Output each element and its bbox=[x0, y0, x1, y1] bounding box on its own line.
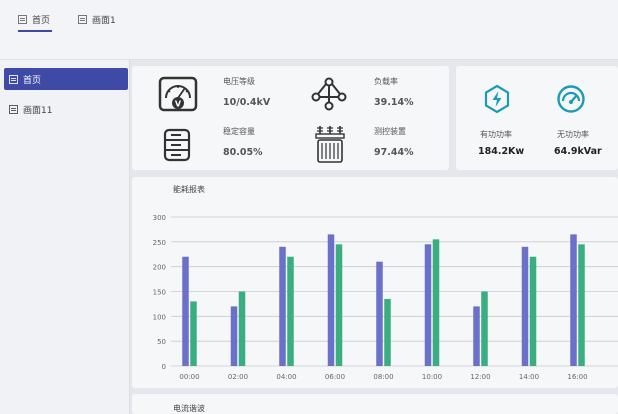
sidebar: 首页 画面11 bbox=[0, 60, 130, 414]
control-device-value: 97.44% bbox=[374, 147, 414, 158]
bar bbox=[238, 291, 246, 366]
reactive-power-label: 无功功率 bbox=[557, 130, 589, 139]
y-tick-label: 200 bbox=[153, 264, 166, 272]
x-tick-label: 12:00 bbox=[470, 373, 490, 381]
x-tick-label: 08:00 bbox=[373, 373, 393, 381]
page-icon bbox=[78, 14, 87, 24]
bar bbox=[287, 256, 294, 366]
tab-label: 首页 bbox=[32, 15, 51, 26]
network-nodes-icon bbox=[311, 77, 347, 111]
y-tick-label: 50 bbox=[157, 338, 166, 346]
transformer-icon bbox=[315, 126, 345, 163]
top-tab-bar: 首页 画面1 bbox=[0, 0, 618, 60]
stats-card: V 电压等级 10/0.4kV 负载率 39.14% 稳定容量 80.05% 测… bbox=[132, 66, 449, 170]
page-icon bbox=[18, 14, 27, 24]
load-rate-label: 负载率 bbox=[374, 77, 398, 86]
x-tick-label: 14:00 bbox=[519, 373, 539, 381]
server-icon bbox=[163, 128, 191, 162]
tab-label: 画面1 bbox=[92, 15, 116, 26]
bar bbox=[432, 239, 440, 366]
voltage-level-value: 10/0.4kV bbox=[223, 97, 271, 108]
energy-chart-card: 能耗报表 0 50 100 150 200 250 300 00:00 02:00 04:00 06… bbox=[132, 177, 618, 388]
gauge-icon bbox=[557, 85, 585, 113]
y-tick-label: 100 bbox=[153, 313, 166, 321]
bar bbox=[570, 234, 577, 366]
tab-home[interactable]: 首页 bbox=[18, 8, 53, 32]
stable-capacity-value: 80.05% bbox=[223, 147, 263, 158]
harmonic-chart-card: 电流谐波 bbox=[132, 394, 618, 414]
bar bbox=[327, 234, 335, 366]
bar bbox=[473, 306, 480, 366]
energy-bar-chart: 0 50 100 150 200 250 300 00:00 02:00 04:00 06:00 08… bbox=[153, 214, 618, 381]
bar bbox=[376, 261, 383, 366]
tab-screen1[interactable]: 画面1 bbox=[78, 8, 116, 30]
sidebar-item-label: 画面11 bbox=[23, 105, 53, 116]
x-tick-label: 06:00 bbox=[325, 373, 345, 381]
x-tick-label: 02:00 bbox=[228, 373, 248, 381]
page-icon bbox=[9, 104, 18, 114]
sidebar-item-label: 首页 bbox=[23, 75, 42, 86]
bar bbox=[529, 256, 537, 366]
bar bbox=[182, 256, 189, 366]
bar bbox=[481, 291, 488, 366]
bar bbox=[424, 244, 432, 366]
reactive-power-value: 64.9kVar bbox=[554, 146, 602, 157]
bar bbox=[521, 246, 529, 366]
load-rate-value: 39.14% bbox=[374, 97, 414, 108]
x-tick-label: 00:00 bbox=[179, 373, 199, 381]
bar bbox=[279, 246, 286, 366]
active-power-label: 有功功率 bbox=[480, 130, 512, 139]
power-card: 有功功率 184.2Kw 无功功率 64.9kVar bbox=[456, 66, 618, 170]
voltmeter-icon: V bbox=[158, 76, 198, 112]
bar bbox=[335, 244, 343, 366]
bar bbox=[578, 244, 585, 366]
lightning-icon bbox=[484, 84, 510, 114]
bar bbox=[384, 298, 391, 366]
bar bbox=[190, 301, 197, 366]
svg-text:V: V bbox=[175, 100, 182, 109]
page-icon bbox=[9, 74, 18, 84]
y-tick-label: 300 bbox=[153, 214, 166, 222]
bar bbox=[230, 306, 238, 366]
voltage-level-label: 电压等级 bbox=[223, 77, 255, 86]
harmonic-chart-title: 电流谐波 bbox=[173, 404, 205, 413]
stable-capacity-label: 稳定容量 bbox=[223, 127, 255, 136]
y-tick-label: 0 bbox=[162, 363, 166, 371]
active-power-value: 184.2Kw bbox=[478, 146, 525, 157]
x-tick-label: 04:00 bbox=[276, 373, 296, 381]
y-tick-label: 150 bbox=[153, 289, 166, 297]
sidebar-item-home[interactable]: 首页 bbox=[4, 68, 128, 90]
sidebar-item-screen11[interactable]: 画面11 bbox=[4, 98, 128, 120]
x-tick-label: 10:00 bbox=[422, 373, 442, 381]
control-device-label: 测控装置 bbox=[374, 127, 406, 136]
x-tick-label: 16:00 bbox=[567, 373, 587, 381]
y-tick-label: 250 bbox=[153, 239, 166, 247]
